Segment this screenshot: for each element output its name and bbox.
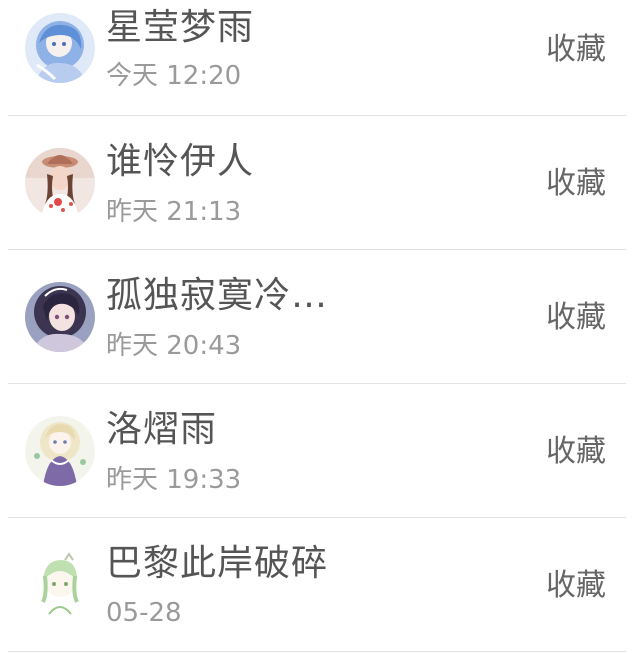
anime-girl-blue-avatar-icon[interactable] [25, 13, 95, 83]
contact-time: 今天 12:20 [106, 61, 242, 91]
list-item[interactable]: 谁怜伊人 昨天 21:13 收藏 [0, 116, 640, 250]
favorite-button[interactable]: 收藏 [546, 33, 606, 67]
contact-name: 巴黎此岸破碎 [106, 543, 329, 584]
favorite-button[interactable]: 收藏 [546, 167, 606, 201]
favorite-button[interactable]: 收藏 [546, 569, 606, 603]
girl-with-hat-avatar-icon[interactable] [25, 148, 95, 218]
contact-time: 昨天 21:13 [106, 197, 242, 227]
list-item[interactable]: 洛熠雨 昨天 19:33 收藏 [0, 384, 640, 518]
favorite-button[interactable]: 收藏 [546, 435, 606, 469]
favorite-button[interactable]: 收藏 [546, 301, 606, 335]
contact-time: 昨天 19:33 [106, 465, 242, 495]
contact-name: 星莹梦雨 [106, 7, 255, 48]
anime-girl-purple-dress-avatar-icon[interactable] [25, 416, 95, 486]
list-item[interactable]: 星莹梦雨 今天 12:20 收藏 [0, 0, 640, 134]
anime-girl-dark-hair-avatar-icon[interactable] [25, 282, 95, 352]
contact-name: 谁怜伊人 [106, 141, 255, 182]
list-item[interactable]: 孤独寂寞冷… 昨天 20:43 收藏 [0, 250, 640, 384]
contact-time: 05-28 [106, 598, 182, 628]
contact-list: 星莹梦雨 今天 12:20 收藏 谁怜伊人 昨天 21:13 收藏 孤独寂寞冷…… [0, 0, 640, 653]
contact-name: 孤独寂寞冷… [106, 275, 329, 316]
list-item[interactable]: 巴黎此岸破碎 05-28 收藏 [0, 518, 640, 652]
divider [8, 651, 626, 652]
contact-time: 昨天 20:43 [106, 331, 242, 361]
contact-name: 洛熠雨 [106, 409, 218, 450]
chibi-green-hair-avatar-icon[interactable] [25, 550, 95, 620]
